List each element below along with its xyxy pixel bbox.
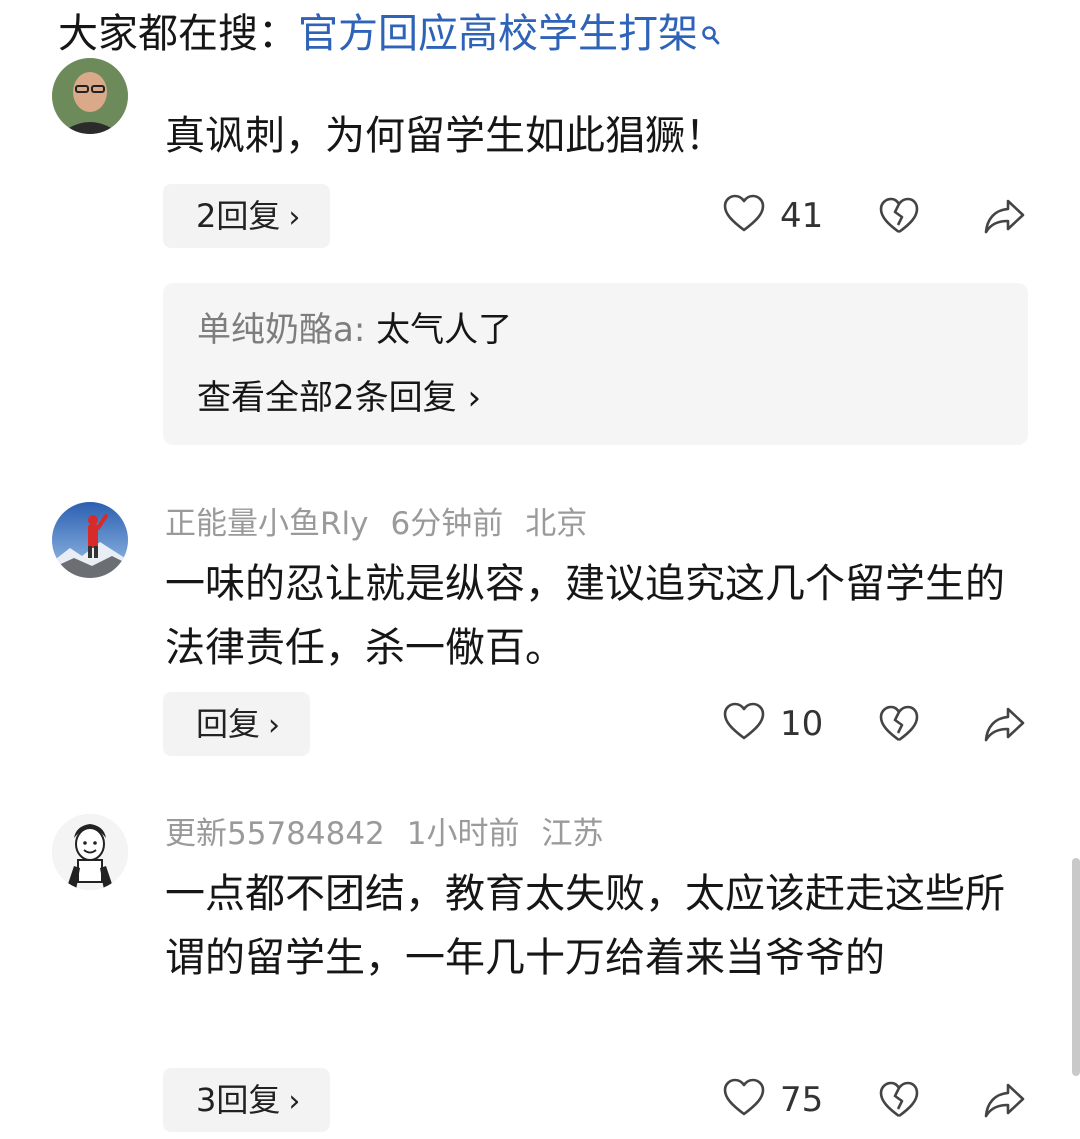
reply-button-label: 2回复 xyxy=(196,197,281,235)
search-prefix: 大家都在搜： xyxy=(58,11,298,57)
heart-outline-icon xyxy=(722,1078,766,1122)
search-query-link[interactable]: 官方回应高校学生打架 xyxy=(298,11,698,57)
view-all-replies-link[interactable]: 查看全部2条回复 › xyxy=(197,373,481,423)
chevron-right-icon: › xyxy=(456,378,482,418)
comment-time: 1小时前 xyxy=(406,816,520,852)
comment-actions: 10 xyxy=(722,692,1042,756)
reply-username[interactable]: 单纯奶酪a: xyxy=(197,310,365,350)
like-button[interactable]: 41 xyxy=(722,184,823,248)
comment-meta: 更新55784842 1小时前 江苏 xyxy=(165,812,626,856)
like-count: 75 xyxy=(780,1080,824,1120)
chevron-right-icon: › xyxy=(288,1084,301,1119)
reply-button[interactable]: 3回复 › xyxy=(163,1068,331,1132)
comment-meta: 正能量小鱼Rly 6分钟前 北京 xyxy=(165,502,609,546)
avatar[interactable] xyxy=(52,814,128,890)
share-arrow-icon[interactable] xyxy=(982,703,1026,745)
avatar[interactable] xyxy=(52,502,128,578)
comment-username[interactable]: 正能量小鱼Rly xyxy=(165,506,369,542)
reply-text: 太气人了 xyxy=(365,310,513,350)
search-icon[interactable] xyxy=(700,10,722,45)
broken-heart-icon[interactable] xyxy=(878,195,920,237)
comment-actions: 75 xyxy=(722,1068,1042,1132)
like-button[interactable]: 10 xyxy=(722,692,823,756)
reply-button[interactable]: 回复 › xyxy=(163,692,311,756)
comment-actions: 41 xyxy=(722,184,1042,248)
reply-button-label: 3回复 xyxy=(196,1081,281,1119)
comment-time: 6分钟前 xyxy=(390,506,504,542)
comment-text: 真讽刺，为何留学生如此猖獗！ xyxy=(165,113,725,159)
search-suggestion: 大家都在搜：官方回应高校学生打架 xyxy=(58,6,722,62)
chevron-right-icon: › xyxy=(288,200,301,235)
comment-text: 一味的忍让就是纵容，建议追究这几个留学生的法律责任，杀一儆百。 xyxy=(165,561,1005,671)
comments-page: 大家都在搜：官方回应高校学生打架 真讽刺，为何留学生如此猖獗！ 2回复 › 41 … xyxy=(0,0,1080,1139)
like-count: 10 xyxy=(780,704,824,744)
comment-username[interactable]: 更新55784842 xyxy=(165,816,385,852)
broken-heart-icon[interactable] xyxy=(878,1079,920,1121)
reply-button-label: 回复 xyxy=(196,705,261,743)
scrollbar[interactable] xyxy=(1072,858,1080,1076)
reply-preview-box: 单纯奶酪a: 太气人了 查看全部2条回复 › xyxy=(163,283,1028,445)
comment-location: 江苏 xyxy=(541,816,604,852)
comment-text: 一点都不团结，教育太失败，太应该赶走这些所谓的留学生，一年几十万给着来当爷爷的 xyxy=(165,871,1005,981)
like-count: 41 xyxy=(780,196,824,236)
comment-location: 北京 xyxy=(525,506,588,542)
view-all-label: 查看全部2条回复 xyxy=(197,378,457,418)
broken-heart-icon[interactable] xyxy=(878,703,920,745)
chevron-right-icon: › xyxy=(268,708,281,743)
reply-preview[interactable]: 单纯奶酪a: 太气人了 xyxy=(197,305,512,355)
reply-button[interactable]: 2回复 › xyxy=(163,184,331,248)
like-button[interactable]: 75 xyxy=(722,1068,823,1132)
share-arrow-icon[interactable] xyxy=(982,195,1026,237)
share-arrow-icon[interactable] xyxy=(982,1079,1026,1121)
heart-outline-icon xyxy=(722,194,766,238)
avatar[interactable] xyxy=(52,58,128,134)
heart-outline-icon xyxy=(722,702,766,746)
